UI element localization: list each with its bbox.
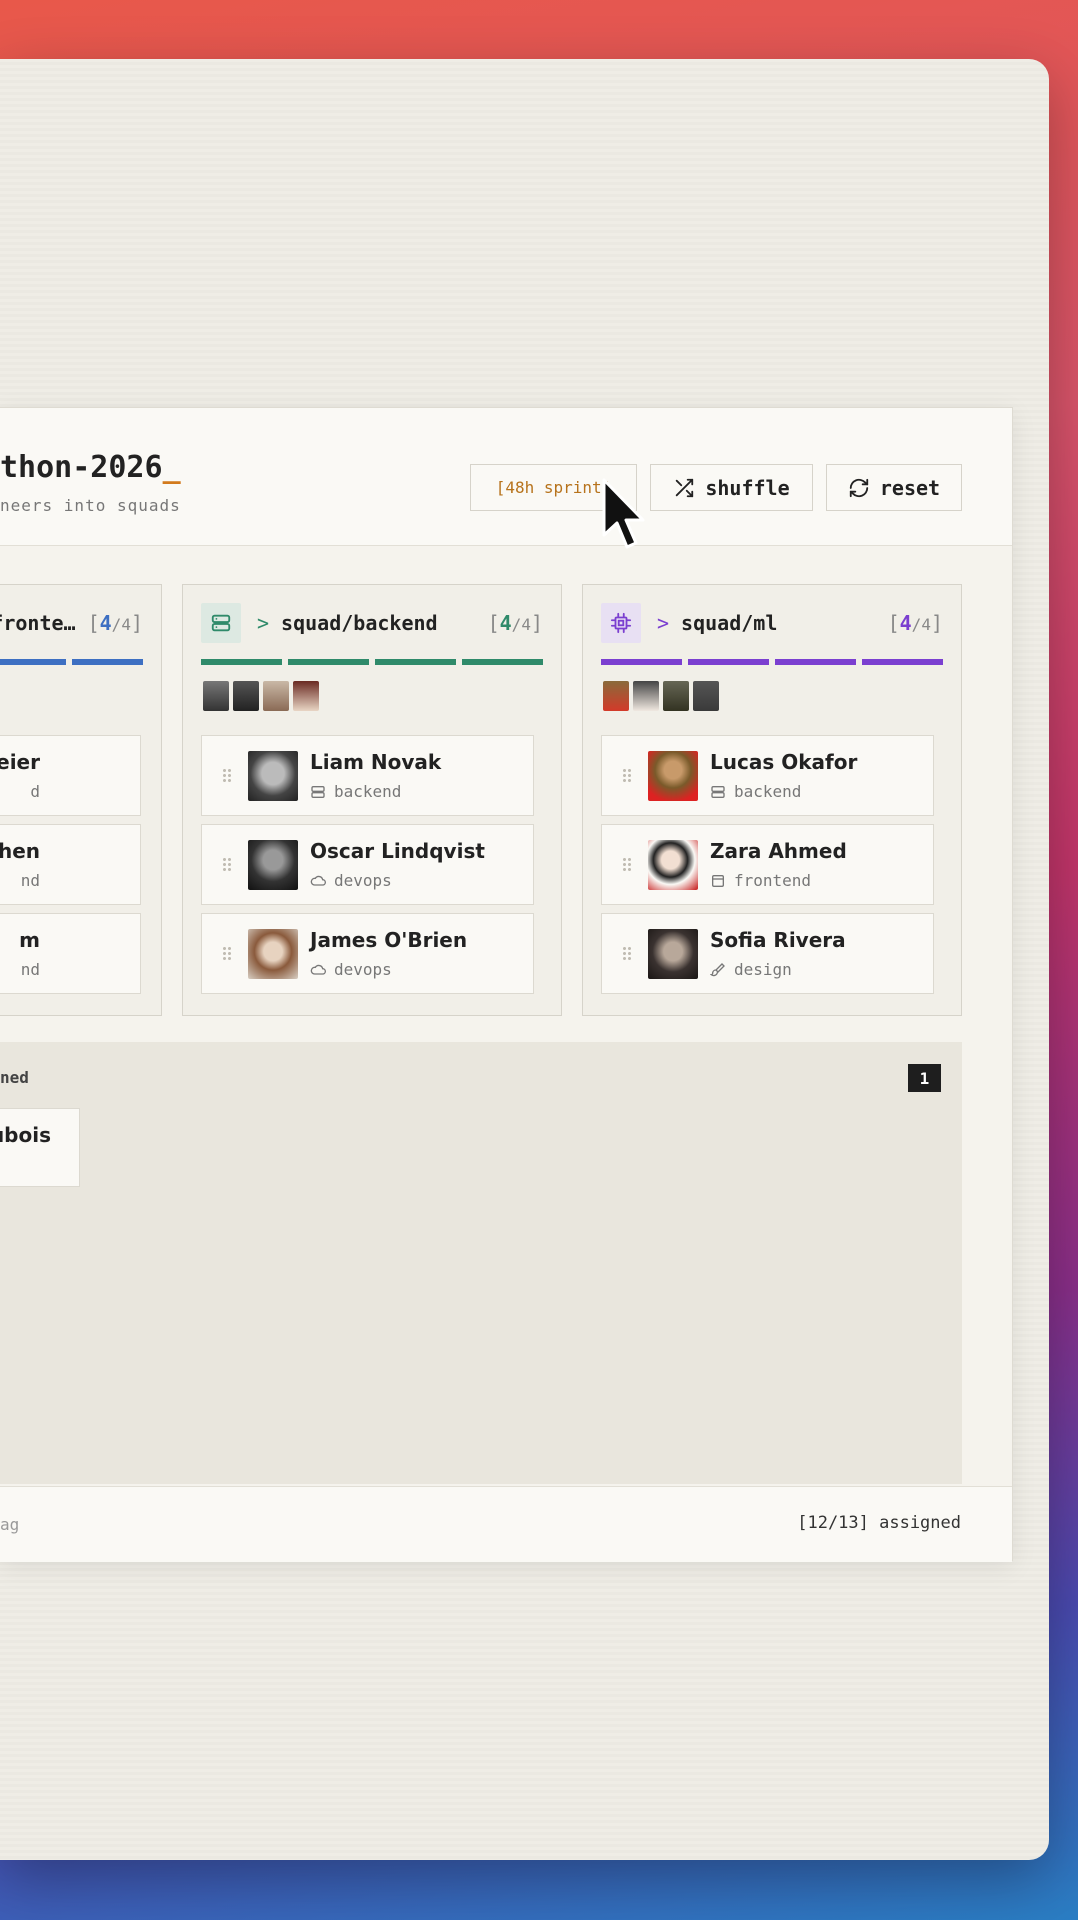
column-prompt: > xyxy=(257,611,270,635)
member-role: nd xyxy=(20,871,40,890)
column-name: squad/ml xyxy=(681,611,778,635)
member-avatar-stack xyxy=(603,681,719,711)
member-name: m xyxy=(19,928,40,952)
member-role: d xyxy=(30,782,40,801)
shuffle-label: shuffle xyxy=(705,475,790,500)
member-card[interactable]: Oscar Lindqvist devops xyxy=(201,824,534,905)
avatar xyxy=(263,681,289,711)
member-role: devops xyxy=(310,871,392,890)
avatar xyxy=(233,681,259,711)
member-card[interactable]: Lucas Okafor backend xyxy=(601,735,934,816)
member-name: ubois xyxy=(0,1123,51,1147)
avatar xyxy=(633,681,659,711)
avatar xyxy=(203,681,229,711)
layout-icon xyxy=(712,874,724,887)
cloud-icon xyxy=(310,875,326,886)
member-role: backend xyxy=(310,782,401,801)
board-header: thon-2026_ neers into squads [48h sprint… xyxy=(0,408,1012,546)
member-role: devops xyxy=(310,960,392,979)
avatar xyxy=(248,840,298,890)
squad-board-panel: thon-2026_ neers into squads [48h sprint… xyxy=(0,407,1013,1562)
drag-handle-icon[interactable] xyxy=(622,768,632,784)
member-role: nd xyxy=(20,960,40,979)
member-name: Liam Novak xyxy=(310,750,442,774)
member-name: James O'Brien xyxy=(310,928,468,952)
column-name: squad/backend xyxy=(281,611,438,635)
member-card[interactable]: James O'Brien devops xyxy=(201,913,534,994)
column-count: [4/4] xyxy=(87,611,143,635)
column-header: > squad/fronte… [4/4] xyxy=(0,603,143,643)
cloud-icon xyxy=(310,964,326,975)
shuffle-button[interactable]: shuffle xyxy=(650,464,813,511)
capacity-bars xyxy=(201,659,543,665)
server-icon xyxy=(311,785,325,798)
pool-count-badge: 1 xyxy=(908,1064,941,1092)
squad-column-ml[interactable]: > squad/ml [4/4] Lucas Okafor backend Za… xyxy=(582,584,962,1016)
member-card[interactable]: Liam Novak backend xyxy=(201,735,534,816)
member-card[interactable]: Sofia Rivera design xyxy=(601,913,934,994)
brush-icon xyxy=(710,962,725,976)
pool-label: ned xyxy=(0,1068,29,1087)
drag-handle-icon[interactable] xyxy=(222,857,232,873)
title-caret: _ xyxy=(162,450,181,485)
avatar xyxy=(248,751,298,801)
member-card[interactable]: hen nd xyxy=(0,824,141,905)
unassigned-member-card[interactable]: ubois xyxy=(0,1108,80,1187)
board-footer: ag [12/13] assigned xyxy=(0,1486,1012,1562)
capacity-bars xyxy=(601,659,943,665)
page-subtitle: neers into squads xyxy=(0,496,181,515)
member-card[interactable]: eier d xyxy=(0,735,141,816)
member-name: eier xyxy=(0,750,40,774)
sprint-label: [48h sprint] xyxy=(495,478,612,497)
member-name: Oscar Lindqvist xyxy=(310,839,485,863)
server-icon xyxy=(201,603,241,643)
reset-label: reset xyxy=(879,475,941,500)
column-count: [4/4] xyxy=(887,611,943,635)
drag-handle-icon[interactable] xyxy=(222,768,232,784)
page-title: thon-2026_ xyxy=(0,450,181,485)
member-name: Lucas Okafor xyxy=(710,750,858,774)
avatar xyxy=(648,929,698,979)
member-name: Zara Ahmed xyxy=(710,839,847,863)
member-card[interactable]: m nd xyxy=(0,913,141,994)
member-role: frontend xyxy=(710,871,811,890)
squad-column-backend[interactable]: > squad/backend [4/4] Liam Novak backend xyxy=(182,584,562,1016)
shuffle-icon xyxy=(676,478,694,497)
app-window: thon-2026_ neers into squads [48h sprint… xyxy=(0,59,1049,1860)
column-header: > squad/backend [4/4] xyxy=(201,603,543,643)
member-card[interactable]: Zara Ahmed frontend xyxy=(601,824,934,905)
drag-handle-icon[interactable] xyxy=(622,857,632,873)
member-name: hen xyxy=(0,839,40,863)
squad-column-frontend[interactable]: > squad/fronte… [4/4] eier d hen nd m nd xyxy=(0,584,162,1016)
column-name: squad/fronte… xyxy=(0,611,76,635)
avatar xyxy=(648,751,698,801)
footer-hint: ag xyxy=(0,1515,20,1534)
avatar xyxy=(693,681,719,711)
drag-handle-icon[interactable] xyxy=(222,946,232,962)
avatar xyxy=(648,840,698,890)
refresh-icon xyxy=(849,478,869,497)
server-icon xyxy=(711,785,725,798)
member-name: Sofia Rivera xyxy=(710,928,846,952)
reset-button[interactable]: reset xyxy=(826,464,962,511)
capacity-bars xyxy=(0,659,143,665)
column-header: > squad/ml [4/4] xyxy=(601,603,943,643)
avatar xyxy=(293,681,319,711)
column-prompt: > xyxy=(657,611,670,635)
assignment-status: [12/13] assigned xyxy=(797,1513,961,1533)
avatar xyxy=(603,681,629,711)
column-count: [4/4] xyxy=(487,611,543,635)
mouse-cursor-icon xyxy=(602,478,645,549)
avatar xyxy=(248,929,298,979)
drag-handle-icon[interactable] xyxy=(622,946,632,962)
member-role: backend xyxy=(710,782,801,801)
chip-icon xyxy=(601,603,641,643)
avatar xyxy=(663,681,689,711)
unassigned-pool[interactable]: ned 1 ubois xyxy=(0,1042,962,1484)
member-avatar-stack xyxy=(203,681,319,711)
member-role: design xyxy=(710,960,792,979)
